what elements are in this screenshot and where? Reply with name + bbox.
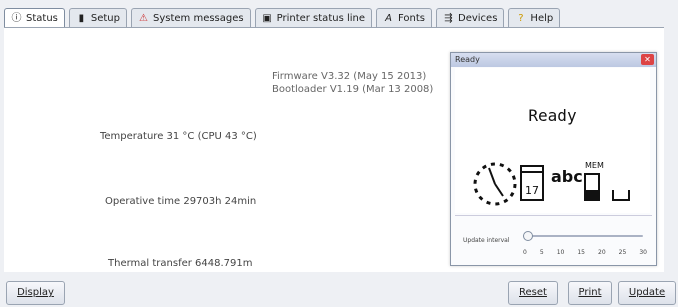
- tab-printer-status-line[interactable]: ▣ Printer status line: [254, 8, 373, 28]
- bootloader-version: Bootloader V1.19 (Mar 13 2008): [272, 84, 434, 95]
- status-window-title: Ready: [455, 55, 480, 64]
- tick-label: 5: [539, 249, 544, 256]
- update-interval-slider[interactable]: [523, 231, 643, 241]
- reset-button[interactable]: Reset: [508, 281, 558, 305]
- tab-help[interactable]: ? Help: [508, 8, 561, 28]
- tab-label: Fonts: [398, 13, 425, 24]
- tick-label: 20: [598, 249, 606, 256]
- firmware-info: Firmware V3.32 (May 15 2013) Bootloader …: [272, 70, 433, 96]
- tab-system-messages[interactable]: ⚠ System messages: [130, 8, 251, 28]
- firmware-version: Firmware V3.32 (May 15 2013): [272, 71, 427, 82]
- warning-icon: ⚠: [139, 13, 148, 24]
- help-icon: ?: [518, 13, 524, 24]
- info-icon: ⓘ: [11, 13, 22, 24]
- calendar-icon: 17: [520, 165, 544, 201]
- tab-label: Setup: [90, 13, 120, 24]
- status-window-titlebar[interactable]: Ready ✕: [451, 53, 656, 67]
- font-icon: A: [385, 13, 392, 24]
- tick-label: 30: [639, 249, 647, 256]
- tab-fonts[interactable]: A Fonts: [376, 8, 432, 28]
- printer-display: Ready 17 abc MEM: [455, 68, 650, 213]
- update-interval-label: Update interval: [463, 237, 510, 244]
- slider-knob[interactable]: [523, 231, 533, 241]
- status-divider: [455, 215, 652, 216]
- tab-label: Devices: [458, 13, 498, 24]
- calendar-day: 17: [525, 184, 539, 197]
- display-button[interactable]: Display: [6, 281, 65, 305]
- empty-slot-icon: [612, 190, 630, 201]
- setup-icon: ▮: [78, 13, 85, 24]
- close-icon[interactable]: ✕: [641, 54, 654, 65]
- print-button[interactable]: Print: [568, 281, 612, 305]
- memory-card-icon: MEM: [584, 161, 604, 201]
- tab-label: Printer status line: [276, 13, 366, 24]
- thermal-transfer-readout: Thermal transfer 6448.791m: [108, 258, 253, 269]
- tick-label: 25: [618, 249, 627, 256]
- status-icons: 17 abc MEM: [473, 161, 630, 206]
- tab-label: Help: [530, 13, 554, 24]
- devices-icon: ⇶: [444, 13, 453, 24]
- slider-ticks: 0 5 10 15 20 25 30: [523, 249, 647, 256]
- tab-setup[interactable]: ▮ Setup: [68, 8, 127, 28]
- abc-icon: abc: [551, 167, 583, 186]
- printer-status-window: Ready ✕ Ready 17 abc MEM Update interval…: [450, 52, 657, 266]
- tab-label: System messages: [152, 13, 244, 24]
- tick-label: 10: [556, 249, 565, 256]
- clock-icon: [473, 162, 517, 206]
- slider-track: [523, 235, 643, 237]
- ready-text: Ready: [528, 106, 577, 125]
- mem-label: MEM: [585, 161, 604, 170]
- status-line-icon: ▣: [262, 13, 272, 24]
- tab-label: Status: [26, 13, 58, 24]
- tick-label: 0: [523, 249, 527, 256]
- tab-devices[interactable]: ⇶ Devices: [436, 8, 505, 28]
- update-button[interactable]: Update: [618, 281, 676, 305]
- tick-label: 15: [577, 249, 585, 256]
- tab-status[interactable]: ⓘ Status: [4, 8, 65, 28]
- temperature-readout: Temperature 31 °C (CPU 43 °C): [100, 131, 257, 142]
- operative-time-readout: Operative time 29703h 24min: [105, 196, 257, 207]
